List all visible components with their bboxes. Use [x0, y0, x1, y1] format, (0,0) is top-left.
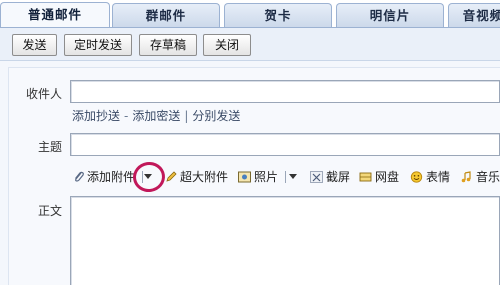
body-label: 正文: [37, 204, 62, 218]
emoji-button[interactable]: 表情: [426, 170, 450, 184]
tab-postcard[interactable]: 明信片: [336, 3, 444, 28]
body-textarea[interactable]: [70, 196, 500, 285]
compose-tab-bar: 普通邮件 群邮件 贺卡 明信片 音视频: [0, 0, 500, 28]
photo-button[interactable]: 照片: [254, 170, 278, 184]
tab-audio-video[interactable]: 音视频: [448, 3, 500, 28]
subject-input[interactable]: [70, 133, 500, 156]
link-separator: |: [184, 109, 189, 123]
save-draft-button[interactable]: 存草稿: [139, 34, 197, 56]
recipient-options: 添加抄送 - 添加密送 | 分别发送: [72, 107, 240, 124]
add-bcc-link[interactable]: 添加密送: [132, 109, 180, 123]
separate-send-link[interactable]: 分别发送: [192, 109, 240, 123]
photo-dropdown-icon[interactable]: [289, 174, 297, 179]
netdisk-button[interactable]: 网盘: [375, 170, 399, 184]
send-button[interactable]: 发送: [12, 34, 57, 56]
compose-toolbar: 发送 定时发送 存草稿 关闭: [0, 27, 500, 61]
music-button[interactable]: 音乐: [476, 170, 500, 184]
music-note-icon: [461, 171, 471, 183]
add-cc-link[interactable]: 添加抄送: [72, 109, 120, 123]
disk-icon: [359, 172, 372, 182]
large-attachment-button[interactable]: 超大附件: [180, 170, 228, 184]
screenshot-button[interactable]: 截屏: [326, 170, 350, 184]
recipient-label: 收件人: [25, 87, 62, 101]
photo-icon: [238, 171, 251, 183]
scissors-icon: [310, 171, 323, 183]
subject-label: 主题: [37, 140, 62, 154]
timed-send-button[interactable]: 定时发送: [64, 34, 132, 56]
tab-greeting-card[interactable]: 贺卡: [224, 3, 332, 28]
link-separator: -: [124, 109, 129, 123]
toolbar-divider: [285, 171, 286, 183]
pencil-icon: [166, 171, 177, 182]
paperclip-icon: [75, 171, 84, 182]
smiley-icon: [410, 171, 423, 183]
close-button[interactable]: 关闭: [203, 34, 251, 56]
add-attachment-button[interactable]: 添加附件: [87, 170, 135, 184]
recipient-input[interactable]: [70, 80, 500, 103]
tab-normal-mail[interactable]: 普通邮件: [0, 2, 110, 28]
tab-group-mail[interactable]: 群邮件: [112, 3, 220, 28]
